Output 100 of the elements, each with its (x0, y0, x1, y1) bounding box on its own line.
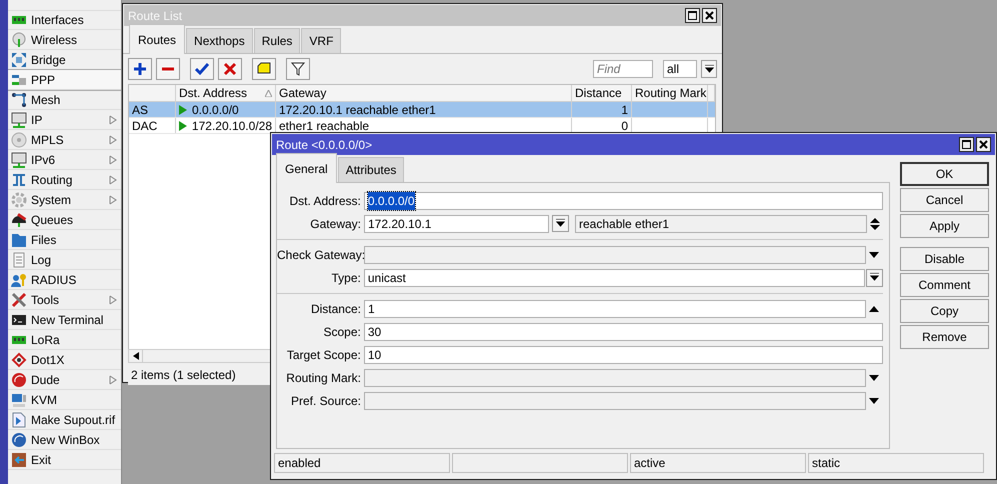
tab[interactable]: Routes (129, 24, 186, 54)
close-icon (979, 140, 988, 149)
table-row[interactable]: AS 0.0.0.0/0 172.20.10.1 reachable ether1 1 (129, 102, 715, 118)
disable-button[interactable] (218, 58, 242, 80)
field-label: Check Gateway: (277, 246, 364, 264)
monitor-icon (11, 152, 27, 168)
maximize-button[interactable] (959, 137, 974, 152)
field-label: Dst. Address: (288, 192, 362, 210)
submenu-arrow-icon (109, 174, 117, 184)
up-down-arrow-icon (870, 218, 880, 230)
menu-item[interactable]: IPv6 (8, 150, 121, 170)
cross-icon (223, 62, 237, 76)
dialog-button[interactable]: Remove (900, 325, 989, 349)
status-text: static (808, 453, 984, 473)
tab[interactable]: VRF (301, 28, 342, 53)
dialog-button[interactable]: Disable (900, 247, 989, 271)
dropdown-button[interactable] (552, 215, 569, 232)
input-field[interactable]: 1 (364, 300, 866, 318)
menu-item[interactable]: New WinBox (8, 430, 121, 450)
dialog-button[interactable]: Apply (900, 214, 989, 238)
submenu-arrow-icon (109, 374, 117, 384)
dropdown-button[interactable] (701, 60, 717, 78)
field-label: Routing Mark: (285, 370, 362, 386)
tab[interactable]: Attributes (338, 157, 404, 182)
dropdown-arrow-icon (869, 252, 879, 258)
column-header[interactable]: Distance (572, 85, 632, 101)
dropdown-arrow-icon (869, 374, 879, 380)
tab[interactable]: Rules (254, 28, 300, 53)
exit-icon (11, 452, 27, 468)
submenu-arrow-icon (109, 134, 117, 144)
up-arrow-icon (869, 306, 879, 312)
table-cell: 0.0.0.0/0 (192, 102, 239, 117)
dialog-button[interactable]: Cancel (900, 188, 989, 212)
menu-item[interactable]: MPLS (8, 130, 121, 150)
close-button[interactable] (976, 137, 991, 152)
menu-item[interactable]: Log (8, 250, 121, 270)
monitor-icon (11, 112, 27, 128)
search-field[interactable]: Find (593, 60, 653, 78)
menu-item[interactable]: Exit (8, 450, 121, 470)
maximize-icon (962, 140, 971, 149)
table-cell: DAC (132, 118, 158, 133)
enable-button[interactable] (190, 58, 214, 80)
table-cell: 172.20.10.0/28 (192, 118, 272, 133)
menu-item[interactable]: Queues (8, 210, 121, 230)
dialog-button[interactable]: Comment (900, 273, 989, 297)
disc-icon (11, 132, 27, 148)
dropdown-arrow-icon (704, 64, 714, 74)
add-button[interactable] (128, 58, 152, 80)
close-button[interactable] (702, 8, 717, 23)
menu-item[interactable]: Mesh (8, 90, 121, 110)
field-label: Target Scope: (286, 346, 362, 364)
menu-item[interactable]: Dude (8, 370, 121, 390)
remove-button[interactable] (156, 58, 180, 80)
menu-item[interactable]: IP (8, 110, 121, 130)
computer-icon (11, 392, 27, 408)
dialog-button[interactable]: OK (900, 162, 989, 186)
document-icon (11, 252, 27, 268)
note-icon (257, 62, 271, 76)
field-label: Pref. Source: (290, 392, 362, 410)
filter-button[interactable] (286, 58, 310, 80)
menu-item[interactable]: Dot1X (8, 350, 121, 370)
diamond-icon (11, 352, 27, 368)
dropdown-arrow-icon (869, 398, 879, 404)
tab[interactable]: Nexthops (186, 28, 253, 53)
input-field[interactable]: 0.0.0.0/0 (364, 192, 883, 210)
tools-icon (11, 292, 27, 308)
menu-item[interactable]: Tools (8, 290, 121, 310)
table-cell: AS (132, 102, 148, 117)
globe-icon (11, 372, 27, 388)
input-field[interactable]: 172.20.10.1 (364, 214, 549, 232)
column-header[interactable]: Gateway (276, 85, 572, 101)
input-field[interactable]: unicast (364, 268, 866, 286)
column-header[interactable]: Dst. Address (179, 85, 248, 101)
menu-item[interactable]: Make Supout.rif (8, 410, 121, 430)
submenu-arrow-icon (109, 154, 117, 164)
column-header[interactable]: Routing Mark (632, 85, 708, 101)
dropdown-button[interactable] (866, 268, 883, 286)
input-field[interactable]: 10 (364, 346, 883, 364)
field-label: Gateway: (309, 216, 362, 232)
submenu-arrow-icon (109, 294, 117, 304)
menu-item[interactable]: Interfaces (8, 10, 121, 30)
document-icon (11, 412, 27, 428)
menu-item[interactable]: Wireless (8, 30, 121, 50)
table-cell: 172.20.10.1 reachable ether1 (279, 102, 436, 117)
input-field[interactable]: 30 (364, 322, 883, 340)
dropdown-arrow-icon (870, 273, 880, 282)
dialog-button[interactable]: Copy (900, 299, 989, 323)
maximize-button[interactable] (685, 8, 700, 23)
comment-button[interactable] (252, 58, 276, 80)
tab[interactable]: General (276, 153, 337, 183)
menu-item[interactable]: PPP (8, 70, 121, 90)
check-icon (195, 62, 209, 76)
field-label: Distance: (310, 300, 362, 318)
menu-item[interactable]: System (8, 190, 121, 210)
filter-icon (291, 62, 305, 76)
table-cell: 0 (621, 118, 628, 133)
sort-arrow-icon (265, 90, 272, 96)
antenna-icon (11, 32, 27, 48)
table-cell: ether1 reachable (279, 118, 370, 133)
filter-dropdown[interactable]: all (663, 60, 697, 78)
